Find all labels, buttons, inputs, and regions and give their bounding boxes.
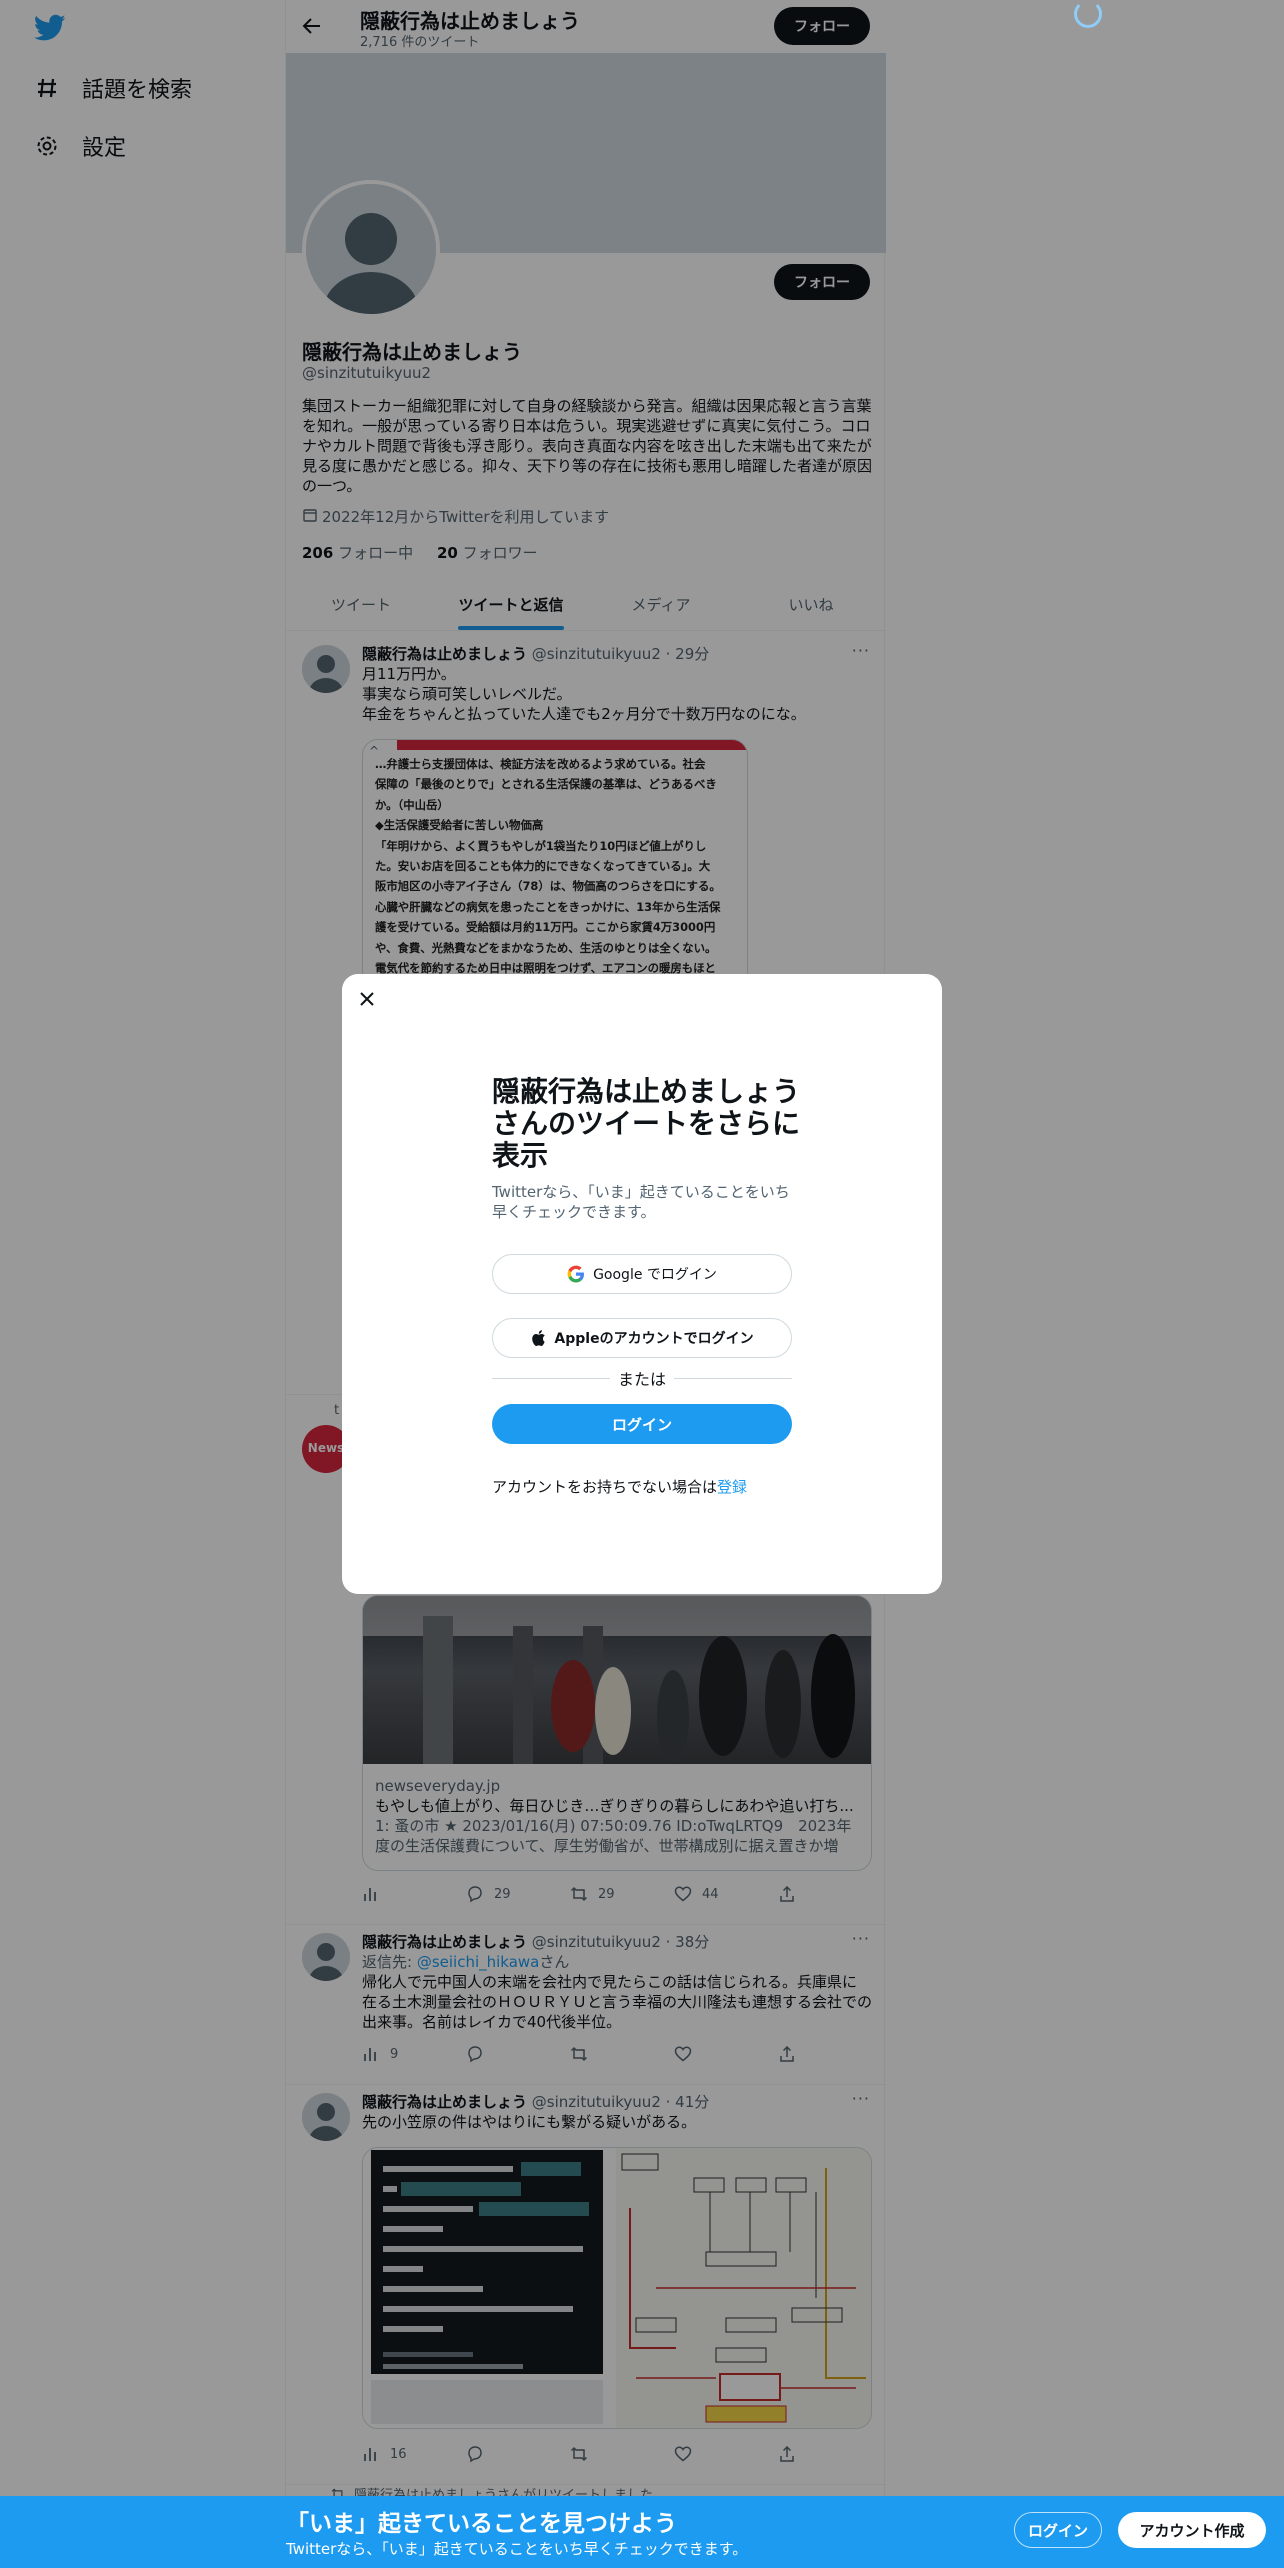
modal-title: 隠蔽行為は止めましょうさんのツイートをさらに表示: [492, 1075, 801, 1172]
bottom-bar-title: 「いま」起きていることを見つけよう: [286, 2511, 677, 2537]
signup-link[interactable]: 登録: [717, 1478, 747, 1496]
apple-login-label: Appleのアカウントでログイン: [554, 1331, 754, 1347]
signup-prompt: アカウントをお持ちでない場合は登録: [492, 1476, 747, 1497]
google-login-button[interactable]: Google でログイン: [492, 1254, 792, 1294]
bottom-login-button[interactable]: ログイン: [1014, 2512, 1102, 2548]
google-icon: [567, 1265, 585, 1283]
modal-subtitle: Twitterなら、「いま」起きていることをいち早くチェックできます。: [492, 1183, 790, 1221]
login-modal: 隠蔽行為は止めましょうさんのツイートをさらに表示 Twitterなら、「いま」起…: [342, 974, 942, 1594]
or-label: または: [618, 1370, 667, 1389]
login-button[interactable]: ログイン: [492, 1404, 792, 1444]
close-icon[interactable]: [354, 986, 380, 1012]
or-divider: または: [492, 1368, 793, 1389]
bottom-bar-subtitle: Twitterなら、「いま」起きていることをいち早くチェックできます。: [286, 2540, 748, 2558]
google-login-label: Google でログイン: [593, 1267, 717, 1283]
apple-icon: [532, 1330, 546, 1346]
bottom-signup-bar: 「いま」起きていることを見つけよう Twitterなら、「いま」起きていることを…: [0, 2496, 1284, 2568]
bottom-signup-button[interactable]: アカウント作成: [1118, 2512, 1266, 2548]
signup-prefix: アカウントをお持ちでない場合は: [492, 1478, 718, 1496]
loading-spinner-icon: [1074, 0, 1102, 28]
apple-login-button[interactable]: Appleのアカウントでログイン: [492, 1318, 792, 1358]
